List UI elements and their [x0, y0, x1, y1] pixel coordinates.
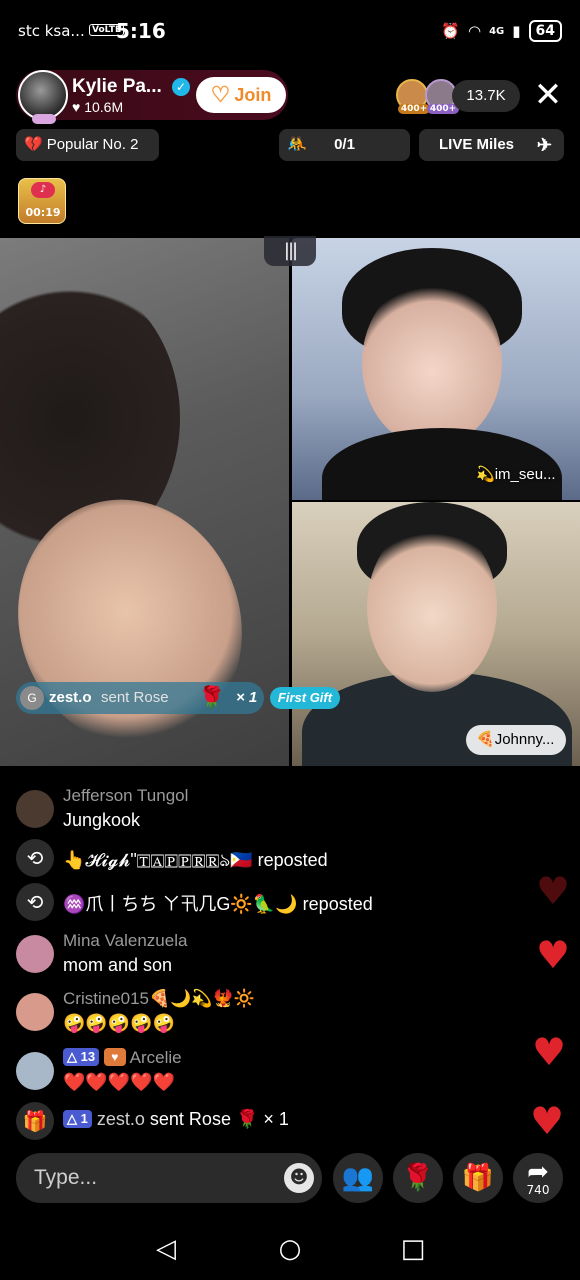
chat-username: Arcelie [129, 1048, 182, 1067]
chat-username: Cristine015🍕🌙💫🐦‍🔥🔆 [63, 989, 255, 1008]
viewer-count[interactable]: 13.7K [452, 80, 520, 112]
heart-icon: ♥ [536, 869, 571, 913]
treasure-timer: 00:19 [25, 206, 61, 219]
tiktok-icon: ♪ [31, 182, 55, 198]
avatar[interactable] [16, 1052, 54, 1090]
heart-icon: ♥ [530, 1099, 565, 1143]
video-face-shape [362, 278, 502, 448]
chat-repost-line: 👆𝓗𝓲𝓰𝓱"🅃🄰🄿🄿🅁🅁ঌ🇵🇭 reposted [63, 846, 328, 877]
chat-username: zest.o [96, 1109, 145, 1129]
comment-input[interactable] [16, 1153, 266, 1203]
top-viewer-avatar[interactable]: 400+ [396, 79, 430, 114]
wifi-icon: ◠ [467, 22, 482, 40]
gift-multiplier: × 1 [236, 689, 258, 706]
join-label: Join [234, 84, 272, 105]
avatar[interactable] [16, 790, 54, 828]
guest-name-top-label: im_seu... [494, 466, 556, 483]
avatar[interactable] [16, 935, 54, 973]
people-icon: 👥 [341, 1163, 375, 1193]
gift-button[interactable]: 🎁 [453, 1153, 503, 1203]
carrier-label: stc ksa... [18, 22, 85, 40]
chat-text: Jungkook [63, 810, 141, 830]
chat-text: ❤️❤️❤️❤️❤️ [63, 1072, 176, 1092]
live-miles-label: LIVE Miles [439, 136, 515, 153]
join-button[interactable]: ♡ Join [196, 77, 286, 113]
system-nav-bar: ◁ ○ □ [0, 1220, 580, 1280]
popular-rank-label: Popular No. 2 [46, 136, 139, 153]
recents-icon[interactable]: □ [398, 1234, 428, 1264]
gift-sender: zest.o [49, 689, 92, 706]
audio-bars-icon[interactable]: ||| [264, 236, 316, 266]
alarm-icon: ⏰ [441, 22, 460, 40]
fan-heart-icon: ♡ [210, 82, 231, 107]
heart-icon: ♥ [532, 1030, 567, 1074]
level-number: 13 [80, 1049, 96, 1064]
gift-icon: 🎁 [16, 1102, 54, 1140]
rose-icon: 🌹 [401, 1163, 435, 1193]
repost-icon: ⟲ [16, 883, 54, 921]
level-badge: △ 1 [63, 1110, 92, 1128]
viewer-badge: 400+ [398, 104, 430, 114]
status-bar: stc ksa... VoLTE 5:16 ⏰ ◠ 4G ▮ 64 [0, 0, 580, 62]
popular-rank-pill[interactable]: 💔 Popular No. 2 [16, 129, 159, 161]
host-likes: ♥ 10.6M [72, 99, 123, 115]
chat-username: ♒爪丨ちち ㄚ卂几G🔆🦜🌙 [63, 894, 298, 914]
host-capsule[interactable]: Kylie Pa... ✓ ♥ 10.6M ♡ Join [16, 70, 288, 124]
share-button[interactable]: ➦ 740 [513, 1153, 563, 1203]
treasure-box[interactable]: ♪ 00:19 [18, 178, 66, 224]
live-miles-pill[interactable]: LIVE Miles ✈ [419, 129, 564, 161]
chat-gift-action: sent Rose 🌹 × 1 [149, 1109, 289, 1129]
guest-name-bottom-label: Johnny... [494, 731, 555, 748]
gift-sender-avatar: G [20, 686, 44, 710]
chat-text: mom and son [63, 955, 173, 975]
level-badge: △ 13 [63, 1048, 100, 1066]
gift-icon: 🎁 [461, 1163, 495, 1193]
first-gift-badge: First Gift [270, 687, 340, 709]
chat-repost-line: ♒爪丨ちち ㄚ卂几G🔆🦜🌙 reposted [63, 890, 373, 916]
home-icon[interactable]: ○ [275, 1234, 305, 1264]
status-icons: ⏰ ◠ 4G ▮ 64 [441, 20, 562, 42]
verified-icon: ✓ [172, 78, 190, 96]
chat-gift-line: △ 1 zest.o sent Rose 🌹 × 1 [63, 1109, 289, 1130]
host-likes-count: 10.6M [84, 99, 124, 115]
network-label: 4G [489, 25, 505, 37]
gift-toast: G zest.o sent Rose 🌹 × 1 [16, 682, 264, 714]
chat-username: Jefferson Tungol [63, 786, 189, 805]
rose-gift-button[interactable]: 🌹 [393, 1153, 443, 1203]
comment-box[interactable]: ☻ [16, 1153, 322, 1203]
match-score-pill[interactable]: 🤼 0/1 [279, 129, 410, 161]
clock: 5:16 [116, 19, 166, 43]
host-avatar[interactable] [18, 70, 68, 124]
level-number: 1 [80, 1111, 88, 1126]
multi-guest-button[interactable]: 👥 [333, 1153, 383, 1203]
broken-heart-icon: 💔 [24, 136, 43, 153]
heart-icon: ♥ [536, 933, 571, 977]
share-count: 740 [526, 1183, 550, 1197]
video-face-shape [367, 522, 497, 692]
signal-icon: ▮ [512, 22, 521, 40]
heart-small-icon: ♥ [72, 99, 81, 115]
back-icon[interactable]: ◁ [151, 1234, 181, 1264]
emoji-icon[interactable]: ☻ [284, 1163, 314, 1193]
repost-icon: ⟲ [16, 839, 54, 877]
host-name: Kylie Pa... [72, 76, 162, 97]
gift-action: sent Rose [101, 689, 169, 706]
chat-repost-action: reposted [302, 894, 373, 914]
fan-badge-icon: ♥ [103, 1048, 126, 1066]
chat-username-line: △ 13 ♥ Arcelie [63, 1048, 182, 1068]
battery-indicator: 64 [528, 20, 562, 42]
guest-name-top[interactable]: 💫im_seu... [466, 460, 566, 490]
chat-text: 🤪🤪🤪🤪🤪 [63, 1013, 176, 1033]
rose-icon: 🌹 [198, 685, 226, 710]
chat-username: Mina Valenzuela [63, 931, 188, 950]
avatar[interactable] [16, 993, 54, 1031]
chat-repost-action: reposted [257, 850, 328, 870]
airplane-icon: ✈ [536, 135, 552, 155]
match-score: 0/1 [334, 136, 355, 153]
guest-name-bottom[interactable]: 🍕Johnny... [466, 725, 566, 755]
chat-username: 👆𝓗𝓲𝓰𝓱"🅃🄰🄿🄿🅁🅁ঌ🇵🇭 [63, 850, 253, 870]
close-icon[interactable]: ✕ [530, 76, 566, 114]
